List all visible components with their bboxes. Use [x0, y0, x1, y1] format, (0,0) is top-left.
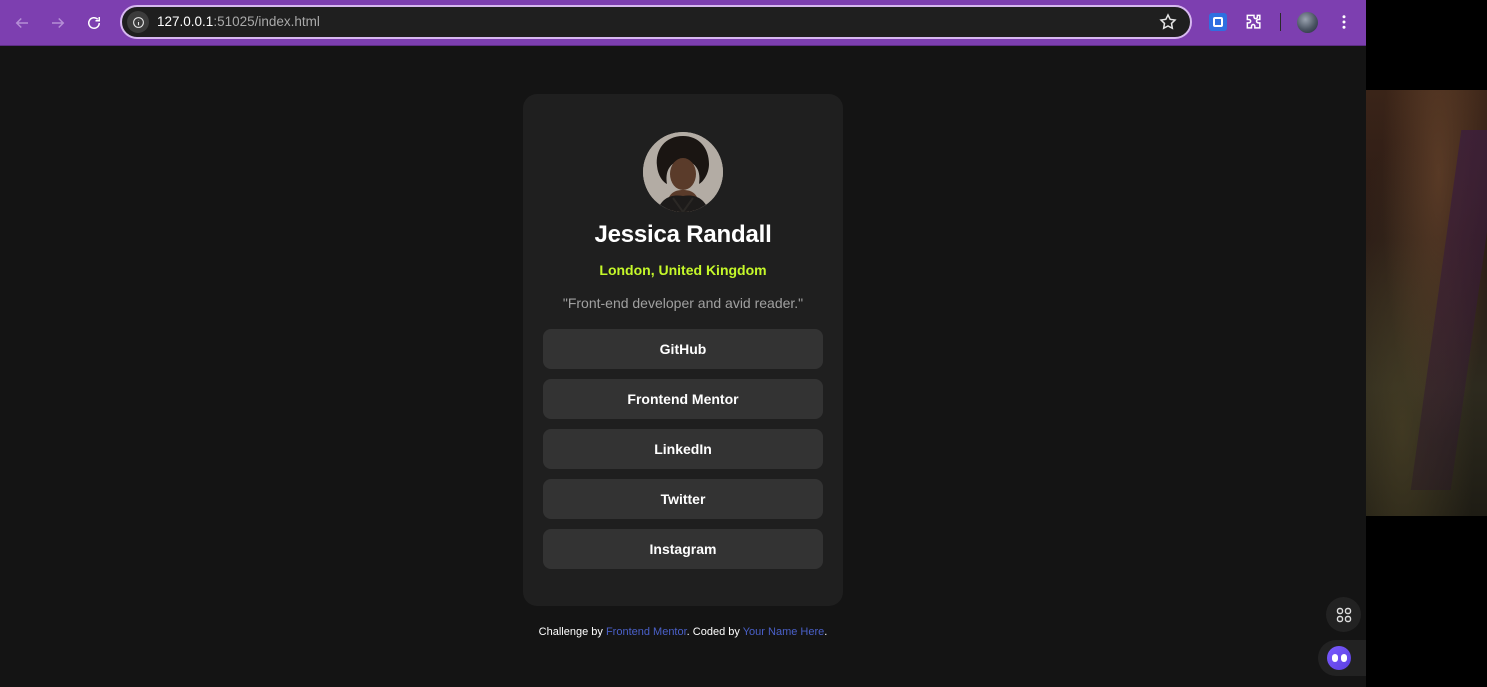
footer-suffix: .: [824, 626, 828, 638]
profile-card: Jessica Randall London, United Kingdom "…: [523, 94, 843, 606]
grid-icon: [1336, 607, 1351, 622]
challenge-link[interactable]: Frontend Mentor: [606, 626, 687, 638]
forward-button[interactable]: [45, 10, 71, 36]
avatar: [643, 132, 723, 212]
author-link[interactable]: Your Name Here: [743, 626, 825, 638]
profile-name: Jessica Randall: [594, 221, 772, 248]
url-text: 127.0.0.1:51025/index.html: [157, 14, 320, 29]
attribution-footer: Challenge by Frontend Mentor. Coded by Y…: [0, 626, 1366, 638]
address-bar[interactable]: 127.0.0.1:51025/index.html: [120, 5, 1192, 39]
arrow-right-icon: [52, 17, 65, 29]
linkedin-link-button[interactable]: LinkedIn: [543, 429, 823, 469]
frontend-mentor-link-button[interactable]: Frontend Mentor: [543, 379, 823, 419]
extension-translate-icon[interactable]: [1207, 11, 1229, 33]
twitter-link-button[interactable]: Twitter: [543, 479, 823, 519]
browser-window: 127.0.0.1:51025/index.html Jessica Randa…: [0, 0, 1366, 687]
url-path: :51025/index.html: [213, 14, 320, 29]
more-menu-icon[interactable]: [1333, 11, 1355, 33]
profile-avatar[interactable]: [1297, 12, 1318, 33]
bot-icon: [1327, 646, 1351, 670]
apps-grid-button[interactable]: [1326, 597, 1361, 632]
profile-location: London, United Kingdom: [599, 262, 767, 278]
url-host: 127.0.0.1: [157, 14, 214, 29]
toolbar-divider: [1280, 13, 1281, 31]
reload-button[interactable]: [81, 10, 107, 36]
side-video-thumbnail: [1366, 90, 1487, 516]
arrow-left-icon: [15, 17, 28, 29]
site-info-icon[interactable]: [127, 11, 149, 33]
footer-middle: . Coded by: [686, 626, 743, 638]
reload-icon: [88, 17, 100, 29]
bookmark-star-icon[interactable]: [1158, 12, 1178, 32]
profile-bio: "Front-end developer and avid reader.": [562, 295, 804, 311]
instagram-link-button[interactable]: Instagram: [543, 529, 823, 569]
assistant-bot-button[interactable]: [1318, 640, 1366, 676]
footer-prefix: Challenge by: [538, 626, 606, 638]
browser-toolbar: 127.0.0.1:51025/index.html: [0, 0, 1366, 46]
extensions-puzzle-icon[interactable]: [1243, 11, 1265, 33]
back-button[interactable]: [9, 10, 35, 36]
github-link-button[interactable]: GitHub: [543, 329, 823, 369]
